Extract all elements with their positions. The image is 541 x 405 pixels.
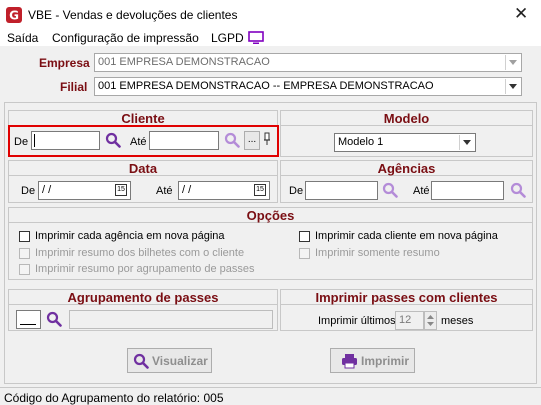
cliente-ate-input[interactable] (149, 131, 219, 150)
agencias-ate-input[interactable] (431, 181, 504, 200)
checkbox-label: Imprimir cada cliente em nova página (315, 230, 498, 242)
checkbox-label: Imprimir resumo dos bilhetes com o clien… (35, 247, 245, 259)
checkbox-cliente-nova-pagina[interactable] (299, 231, 310, 242)
chevron-down-icon (459, 135, 474, 150)
checkbox-somente-resumo[interactable] (299, 248, 310, 259)
opcoes-title: Opções (9, 208, 532, 223)
spinner-arrows-icon (427, 315, 434, 326)
agrupamento-description (69, 310, 273, 329)
monitor-icon[interactable] (248, 31, 264, 45)
agencias-de-input[interactable] (305, 181, 378, 200)
checkbox-resumo-bilhetes[interactable] (19, 248, 30, 259)
modelo-value: Modelo 1 (338, 136, 384, 148)
ellipsis-button[interactable]: ... (244, 131, 260, 150)
passes-label: Imprimir últimos (318, 315, 396, 327)
text-cursor (34, 134, 35, 147)
agrupamento-title: Agrupamento de passes (9, 290, 277, 305)
chevron-down-icon (505, 55, 520, 70)
menu-item-configuracao[interactable]: Configuração de impressão (52, 31, 199, 45)
filial-select[interactable]: 001 EMPRESA DEMONSTRACAO -- EMPRESA DEMO… (94, 77, 522, 96)
search-icon[interactable] (224, 132, 240, 148)
printer-icon (342, 354, 357, 369)
calendar-icon[interactable]: 15 (115, 184, 127, 196)
search-icon[interactable] (510, 182, 526, 198)
modelo-select[interactable]: Modelo 1 (334, 133, 476, 152)
window-title: VBE - Vendas e devoluções de clientes (28, 8, 238, 22)
menu-item-lgpd[interactable]: LGPD (211, 31, 244, 45)
months-spinner[interactable] (424, 311, 437, 330)
imprimir-button[interactable]: Imprimir (330, 348, 415, 373)
search-icon[interactable] (105, 132, 121, 148)
calendar-icon[interactable]: 15 (254, 184, 266, 196)
agrupamento-code-input[interactable] (16, 310, 41, 329)
data-de-value: / / (42, 184, 52, 196)
imprimir-label: Imprimir (361, 354, 410, 368)
agencias-ate-label: Até (413, 185, 430, 197)
empresa-value: 001 EMPRESA DEMONSTRACAO (98, 56, 270, 68)
agencias-title: Agências (281, 161, 532, 176)
data-ate-label: Até (156, 185, 173, 197)
checkbox-label: Imprimir resumo por agrupamento de passe… (35, 263, 255, 275)
svg-text:G: G (9, 9, 19, 23)
menu-bar: Saída Configuração de impressão LGPD (0, 30, 541, 46)
passes-unit: meses (441, 315, 474, 327)
chevron-down-icon (505, 79, 520, 94)
filial-value: 001 EMPRESA DEMONSTRACAO -- EMPRESA DEMO… (98, 80, 434, 92)
passes-months-input[interactable]: 12 (395, 311, 424, 330)
status-text: Código do Agrupamento do relatório: 005 (4, 391, 224, 405)
cliente-de-input[interactable] (31, 131, 100, 150)
search-icon[interactable] (46, 311, 62, 327)
data-title: Data (9, 161, 277, 176)
close-button[interactable]: ✕ (514, 4, 528, 24)
app-logo-icon: G (6, 7, 22, 23)
visualizar-button[interactable]: Visualizar (127, 348, 212, 373)
empresa-select[interactable]: 001 EMPRESA DEMONSTRACAO (94, 53, 522, 72)
pin-icon[interactable] (263, 132, 271, 146)
data-de-label: De (21, 185, 36, 197)
data-ate-value: / / (182, 184, 192, 196)
status-bar: Código do Agrupamento do relatório: 005 (0, 387, 541, 405)
empresa-label: Empresa (39, 56, 90, 70)
visualizar-label: Visualizar (152, 354, 208, 368)
modelo-title: Modelo (281, 111, 532, 126)
filial-label: Filial (60, 80, 88, 94)
passes-months-value: 12 (399, 314, 412, 326)
cliente-ate-label: Até (130, 136, 147, 148)
menu-item-saida[interactable]: Saída (7, 31, 38, 45)
cliente-title: Cliente (9, 111, 277, 126)
checkbox-resumo-agrupamento[interactable] (19, 264, 30, 275)
input-underline (20, 324, 36, 325)
cliente-de-label: De (14, 136, 29, 148)
agencias-de-label: De (289, 185, 304, 197)
passes-title: Imprimir passes com clientes (281, 290, 532, 305)
search-icon (133, 353, 149, 369)
checkbox-agencia-nova-pagina[interactable] (19, 231, 30, 242)
checkbox-label: Imprimir somente resumo (315, 247, 440, 259)
checkbox-label: Imprimir cada agência em nova página (35, 230, 225, 242)
search-icon[interactable] (382, 182, 398, 198)
